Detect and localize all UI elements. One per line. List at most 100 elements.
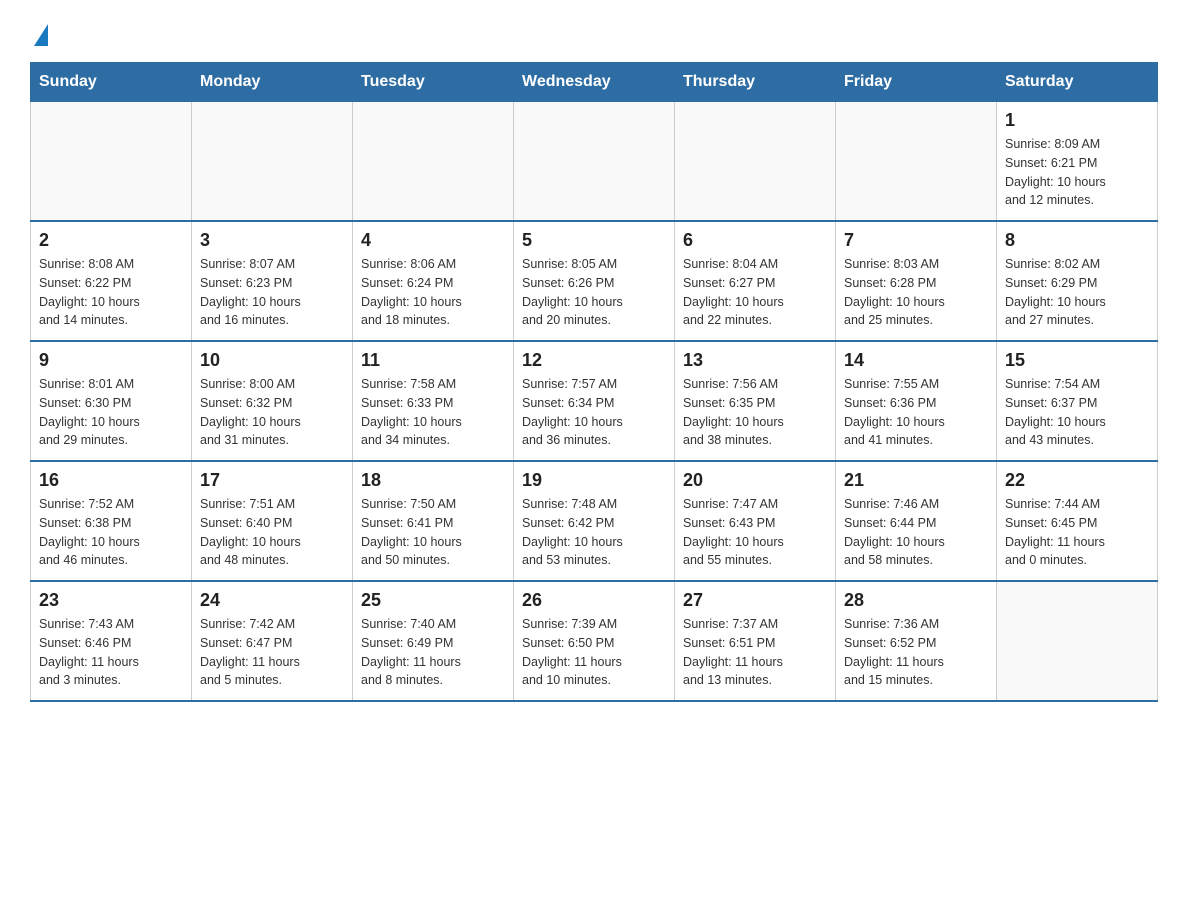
- calendar-week-3: 9 Sunrise: 8:01 AM Sunset: 6:30 PM Daylig…: [31, 341, 1158, 461]
- calendar-cell-week2-day3: 4 Sunrise: 8:06 AM Sunset: 6:24 PM Daylig…: [353, 221, 514, 341]
- calendar-cell-week5-day6: 28 Sunrise: 7:36 AM Sunset: 6:52 PM Dayli…: [836, 581, 997, 701]
- day-number: 21: [844, 470, 988, 491]
- calendar-table: SundayMondayTuesdayWednesdayThursdayFrid…: [30, 62, 1158, 702]
- day-info: Sunrise: 7:43 AM Sunset: 6:46 PM Dayligh…: [39, 615, 183, 690]
- weekday-header-thursday: Thursday: [675, 63, 836, 102]
- calendar-cell-week4-day2: 17Sunrise: 7:51 AM Sunset: 6:40 PM Dayli…: [192, 461, 353, 581]
- weekday-header-row: SundayMondayTuesdayWednesdayThursdayFrid…: [31, 63, 1158, 102]
- calendar-cell-week1-day7: 1 Sunrise: 8:09 AM Sunset: 6:21 PM Daylig…: [997, 102, 1158, 222]
- calendar-cell-week5-day7: [997, 581, 1158, 701]
- calendar-cell-week1-day4: [514, 102, 675, 222]
- calendar-cell-week2-day4: 5 Sunrise: 8:05 AM Sunset: 6:26 PM Daylig…: [514, 221, 675, 341]
- calendar-cell-week5-day1: 23 Sunrise: 7:43 AM Sunset: 6:46 PM Dayli…: [31, 581, 192, 701]
- calendar-cell-week2-day2: 3 Sunrise: 8:07 AM Sunset: 6:23 PM Daylig…: [192, 221, 353, 341]
- calendar-header: SundayMondayTuesdayWednesdayThursdayFrid…: [31, 63, 1158, 102]
- day-number: 1: [1005, 110, 1149, 131]
- day-number: 4: [361, 230, 505, 251]
- calendar-cell-week4-day3: 18Sunrise: 7:50 AM Sunset: 6:41 PM Dayli…: [353, 461, 514, 581]
- calendar-cell-week2-day1: 2Sunrise: 8:08 AM Sunset: 6:22 PM Daylig…: [31, 221, 192, 341]
- day-number: 23: [39, 590, 183, 611]
- weekday-header-monday: Monday: [192, 63, 353, 102]
- day-info: Sunrise: 7:48 AM Sunset: 6:42 PM Dayligh…: [522, 495, 666, 570]
- calendar-week-1: 1 Sunrise: 8:09 AM Sunset: 6:21 PM Daylig…: [31, 102, 1158, 222]
- day-number: 7: [844, 230, 988, 251]
- day-info: Sunrise: 7:36 AM Sunset: 6:52 PM Dayligh…: [844, 615, 988, 690]
- day-info: Sunrise: 8:07 AM Sunset: 6:23 PM Dayligh…: [200, 255, 344, 330]
- day-info: Sunrise: 8:04 AM Sunset: 6:27 PM Dayligh…: [683, 255, 827, 330]
- day-number: 19: [522, 470, 666, 491]
- logo-triangle-icon: [34, 24, 48, 46]
- day-info: Sunrise: 8:01 AM Sunset: 6:30 PM Dayligh…: [39, 375, 183, 450]
- calendar-cell-week4-day5: 20 Sunrise: 7:47 AM Sunset: 6:43 PM Dayli…: [675, 461, 836, 581]
- day-info: Sunrise: 7:47 AM Sunset: 6:43 PM Dayligh…: [683, 495, 827, 570]
- day-number: 24: [200, 590, 344, 611]
- calendar-cell-week2-day7: 8 Sunrise: 8:02 AM Sunset: 6:29 PM Daylig…: [997, 221, 1158, 341]
- day-info: Sunrise: 7:58 AM Sunset: 6:33 PM Dayligh…: [361, 375, 505, 450]
- weekday-header-sunday: Sunday: [31, 63, 192, 102]
- day-number: 14: [844, 350, 988, 371]
- day-number: 5: [522, 230, 666, 251]
- day-number: 3: [200, 230, 344, 251]
- calendar-body: 1 Sunrise: 8:09 AM Sunset: 6:21 PM Daylig…: [31, 102, 1158, 702]
- day-number: 12: [522, 350, 666, 371]
- day-number: 28: [844, 590, 988, 611]
- day-info: Sunrise: 7:44 AM Sunset: 6:45 PM Dayligh…: [1005, 495, 1149, 570]
- calendar-cell-week3-day3: 11 Sunrise: 7:58 AM Sunset: 6:33 PM Dayli…: [353, 341, 514, 461]
- day-info: Sunrise: 8:06 AM Sunset: 6:24 PM Dayligh…: [361, 255, 505, 330]
- calendar-cell-week3-day2: 10 Sunrise: 8:00 AM Sunset: 6:32 PM Dayli…: [192, 341, 353, 461]
- day-info: Sunrise: 8:03 AM Sunset: 6:28 PM Dayligh…: [844, 255, 988, 330]
- day-number: 9: [39, 350, 183, 371]
- day-info: Sunrise: 8:09 AM Sunset: 6:21 PM Dayligh…: [1005, 135, 1149, 210]
- day-number: 16: [39, 470, 183, 491]
- day-number: 6: [683, 230, 827, 251]
- calendar-cell-week5-day5: 27 Sunrise: 7:37 AM Sunset: 6:51 PM Dayli…: [675, 581, 836, 701]
- day-info: Sunrise: 8:05 AM Sunset: 6:26 PM Dayligh…: [522, 255, 666, 330]
- page-header: [30, 20, 1158, 42]
- day-info: Sunrise: 7:57 AM Sunset: 6:34 PM Dayligh…: [522, 375, 666, 450]
- calendar-cell-week3-day7: 15 Sunrise: 7:54 AM Sunset: 6:37 PM Dayli…: [997, 341, 1158, 461]
- calendar-cell-week4-day7: 22 Sunrise: 7:44 AM Sunset: 6:45 PM Dayli…: [997, 461, 1158, 581]
- day-number: 10: [200, 350, 344, 371]
- calendar-cell-week1-day3: [353, 102, 514, 222]
- weekday-header-saturday: Saturday: [997, 63, 1158, 102]
- day-number: 20: [683, 470, 827, 491]
- calendar-cell-week2-day6: 7 Sunrise: 8:03 AM Sunset: 6:28 PM Daylig…: [836, 221, 997, 341]
- calendar-cell-week5-day3: 25 Sunrise: 7:40 AM Sunset: 6:49 PM Dayli…: [353, 581, 514, 701]
- day-info: Sunrise: 7:46 AM Sunset: 6:44 PM Dayligh…: [844, 495, 988, 570]
- calendar-cell-week4-day1: 16 Sunrise: 7:52 AM Sunset: 6:38 PM Dayli…: [31, 461, 192, 581]
- calendar-cell-week3-day5: 13Sunrise: 7:56 AM Sunset: 6:35 PM Dayli…: [675, 341, 836, 461]
- day-number: 22: [1005, 470, 1149, 491]
- day-number: 26: [522, 590, 666, 611]
- day-number: 25: [361, 590, 505, 611]
- day-number: 11: [361, 350, 505, 371]
- day-info: Sunrise: 7:39 AM Sunset: 6:50 PM Dayligh…: [522, 615, 666, 690]
- weekday-header-tuesday: Tuesday: [353, 63, 514, 102]
- day-info: Sunrise: 7:37 AM Sunset: 6:51 PM Dayligh…: [683, 615, 827, 690]
- calendar-week-4: 16 Sunrise: 7:52 AM Sunset: 6:38 PM Dayli…: [31, 461, 1158, 581]
- day-number: 27: [683, 590, 827, 611]
- day-info: Sunrise: 7:40 AM Sunset: 6:49 PM Dayligh…: [361, 615, 505, 690]
- calendar-cell-week1-day2: [192, 102, 353, 222]
- calendar-week-2: 2Sunrise: 8:08 AM Sunset: 6:22 PM Daylig…: [31, 221, 1158, 341]
- day-number: 8: [1005, 230, 1149, 251]
- logo: [30, 20, 48, 42]
- calendar-week-5: 23 Sunrise: 7:43 AM Sunset: 6:46 PM Dayli…: [31, 581, 1158, 701]
- day-info: Sunrise: 8:02 AM Sunset: 6:29 PM Dayligh…: [1005, 255, 1149, 330]
- day-info: Sunrise: 7:52 AM Sunset: 6:38 PM Dayligh…: [39, 495, 183, 570]
- day-info: Sunrise: 7:56 AM Sunset: 6:35 PM Dayligh…: [683, 375, 827, 450]
- calendar-cell-week4-day6: 21 Sunrise: 7:46 AM Sunset: 6:44 PM Dayli…: [836, 461, 997, 581]
- day-info: Sunrise: 8:08 AM Sunset: 6:22 PM Dayligh…: [39, 255, 183, 330]
- calendar-cell-week1-day5: [675, 102, 836, 222]
- calendar-cell-week5-day2: 24Sunrise: 7:42 AM Sunset: 6:47 PM Dayli…: [192, 581, 353, 701]
- day-info: Sunrise: 7:54 AM Sunset: 6:37 PM Dayligh…: [1005, 375, 1149, 450]
- calendar-cell-week3-day1: 9 Sunrise: 8:01 AM Sunset: 6:30 PM Daylig…: [31, 341, 192, 461]
- day-info: Sunrise: 8:00 AM Sunset: 6:32 PM Dayligh…: [200, 375, 344, 450]
- weekday-header-wednesday: Wednesday: [514, 63, 675, 102]
- calendar-cell-week5-day4: 26 Sunrise: 7:39 AM Sunset: 6:50 PM Dayli…: [514, 581, 675, 701]
- calendar-cell-week1-day6: [836, 102, 997, 222]
- calendar-cell-week3-day4: 12 Sunrise: 7:57 AM Sunset: 6:34 PM Dayli…: [514, 341, 675, 461]
- calendar-cell-week1-day1: [31, 102, 192, 222]
- day-info: Sunrise: 7:55 AM Sunset: 6:36 PM Dayligh…: [844, 375, 988, 450]
- day-number: 17: [200, 470, 344, 491]
- day-number: 15: [1005, 350, 1149, 371]
